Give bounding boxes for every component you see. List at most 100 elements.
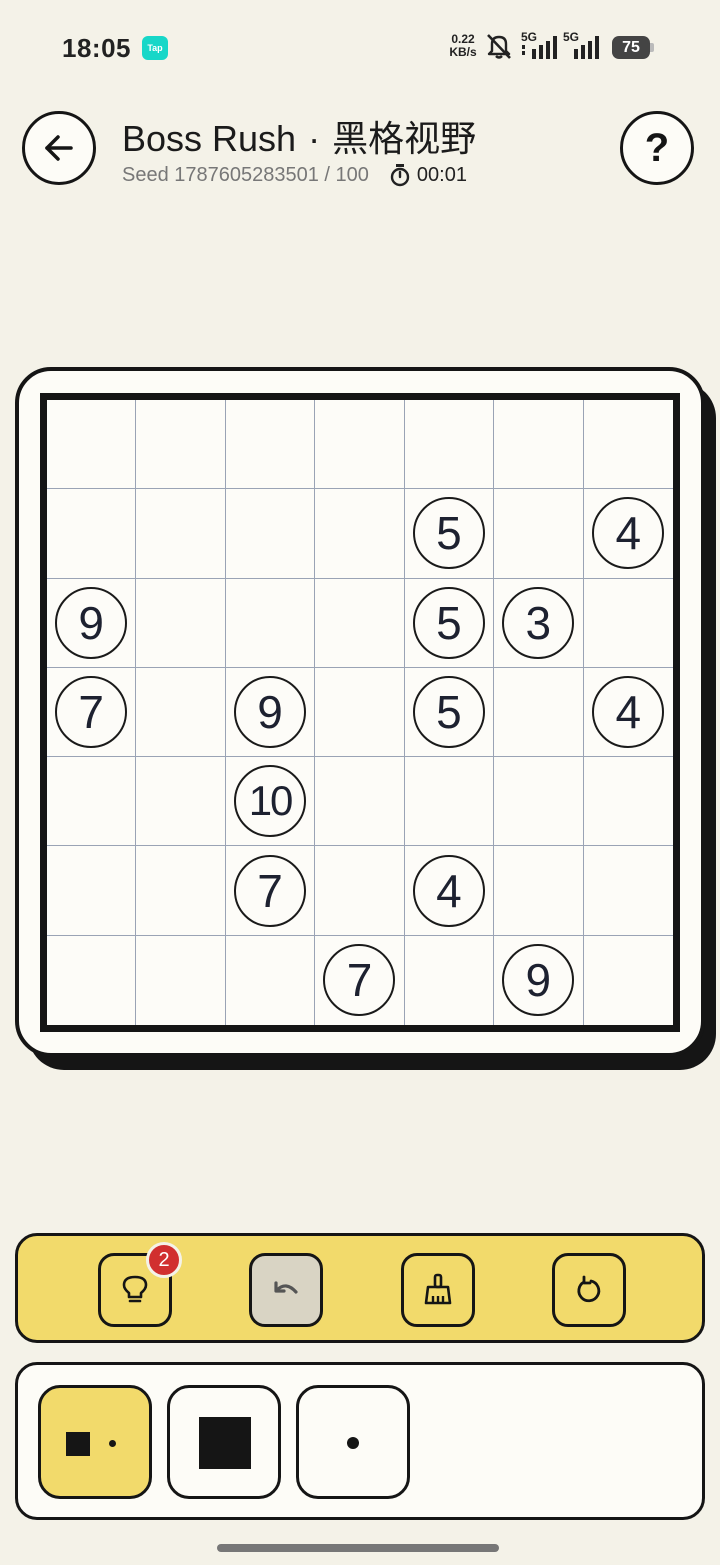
help-icon: ? bbox=[644, 125, 670, 170]
grid-cell[interactable]: 4 bbox=[583, 489, 673, 579]
title-puzzle-name: 黑格视野 bbox=[332, 118, 477, 159]
grid-cell[interactable]: 4 bbox=[404, 846, 495, 936]
page-title: Boss Rush · 黑格视野 bbox=[122, 110, 476, 162]
dot-icon bbox=[109, 1440, 116, 1447]
clue-number: 3 bbox=[502, 586, 575, 659]
signal-5g-icon: 5G bbox=[520, 30, 560, 66]
lightbulb-icon bbox=[122, 1275, 148, 1303]
grid-cell[interactable] bbox=[404, 757, 495, 847]
grid-cell[interactable] bbox=[494, 667, 584, 758]
grid-cell[interactable] bbox=[583, 579, 673, 668]
grid-cell[interactable]: 9 bbox=[47, 578, 137, 668]
clue-number: 7 bbox=[234, 854, 307, 927]
grid-cell[interactable]: 9 bbox=[494, 935, 584, 1025]
clue-number: 5 bbox=[412, 586, 485, 659]
stopwatch-icon bbox=[389, 163, 411, 187]
grid-cell[interactable]: 3 bbox=[494, 578, 584, 668]
grid-cell[interactable] bbox=[494, 757, 584, 847]
battery-icon: 75 bbox=[612, 36, 654, 59]
back-button[interactable] bbox=[22, 111, 96, 185]
network-speed: 0.22 KB/s bbox=[446, 33, 480, 59]
grid-cell[interactable] bbox=[315, 489, 405, 579]
battery-level: 75 bbox=[612, 36, 650, 59]
grid-cell[interactable] bbox=[315, 400, 405, 490]
grid-cell[interactable]: 9 bbox=[225, 667, 316, 758]
grid-cell[interactable] bbox=[405, 935, 495, 1025]
grid-cell[interactable]: 5 bbox=[404, 667, 495, 758]
grid-cell[interactable]: 4 bbox=[583, 668, 673, 758]
grid-cell[interactable] bbox=[315, 757, 405, 847]
grid-cell[interactable] bbox=[47, 489, 137, 579]
grid-cell[interactable] bbox=[494, 400, 584, 490]
clue-number: 5 bbox=[412, 675, 485, 748]
help-button[interactable]: ? bbox=[620, 111, 694, 185]
grid-cell[interactable] bbox=[583, 400, 673, 490]
grid-cell[interactable] bbox=[136, 489, 226, 579]
network-speed-unit: KB/s bbox=[449, 45, 477, 59]
grid-cell[interactable]: 7 bbox=[47, 667, 137, 758]
grid-cell[interactable] bbox=[136, 846, 226, 936]
square-icon bbox=[66, 1432, 90, 1456]
grid-cell[interactable] bbox=[225, 578, 316, 668]
status-bar: 18:05 Tap 0.22 KB/s 5G 5G 75 bbox=[0, 0, 720, 96]
clue-number: 4 bbox=[592, 675, 665, 748]
undo-button[interactable] bbox=[249, 1253, 323, 1327]
home-indicator[interactable] bbox=[217, 1544, 499, 1552]
tap-app-icon: Tap bbox=[142, 36, 168, 60]
grid-cell[interactable] bbox=[47, 757, 137, 847]
broom-icon bbox=[424, 1273, 452, 1305]
signal-label: 5G bbox=[563, 30, 580, 44]
app-screen: 18:05 Tap 0.22 KB/s 5G 5G 75 Boss Rush ·… bbox=[0, 0, 720, 1565]
hint-count-badge: 2 bbox=[146, 1242, 182, 1278]
grid-cell[interactable] bbox=[47, 846, 137, 936]
signal-5g-icon: 5G bbox=[562, 30, 602, 66]
grid-cell[interactable] bbox=[136, 935, 226, 1025]
clue-number: 10 bbox=[234, 765, 307, 838]
reset-button[interactable] bbox=[552, 1253, 626, 1327]
clue-number: 9 bbox=[502, 944, 575, 1017]
action-toolbar: 2 bbox=[15, 1233, 705, 1343]
grid-cell[interactable]: 5 bbox=[404, 489, 495, 579]
mixed-mode-button[interactable] bbox=[38, 1385, 152, 1499]
grid-cell[interactable] bbox=[315, 846, 405, 936]
grid-cell[interactable]: 5 bbox=[404, 578, 495, 668]
battery-cap bbox=[650, 43, 654, 52]
grid-cell[interactable] bbox=[315, 578, 405, 668]
grid-cell[interactable] bbox=[136, 757, 226, 847]
grid-cell[interactable] bbox=[136, 578, 226, 668]
puzzle-info: Seed 1787605283501 / 100 00:01 bbox=[122, 163, 467, 187]
title-separator: · bbox=[308, 118, 321, 159]
title-mode: Boss Rush bbox=[122, 118, 297, 159]
grid-cell[interactable] bbox=[226, 935, 316, 1025]
grid-cell[interactable] bbox=[47, 935, 137, 1025]
clue-number: 9 bbox=[234, 675, 307, 748]
grid-cell[interactable]: 10 bbox=[225, 757, 316, 847]
refresh-icon bbox=[577, 1275, 601, 1303]
mode-panel bbox=[15, 1362, 705, 1520]
undo-icon bbox=[274, 1281, 298, 1294]
fill-mode-button[interactable] bbox=[167, 1385, 281, 1499]
grid-cell[interactable]: 7 bbox=[225, 846, 316, 936]
grid-cell[interactable] bbox=[494, 846, 584, 936]
grid-cell[interactable] bbox=[583, 757, 673, 847]
puzzle-grid: 5 4 9 5 3 7 9 5 4 10 7 4 7 9 bbox=[40, 393, 680, 1032]
grid-cell[interactable] bbox=[584, 936, 673, 1025]
dot-icon bbox=[347, 1437, 359, 1449]
clue-number: 9 bbox=[55, 586, 128, 659]
grid-cell[interactable]: 7 bbox=[315, 935, 405, 1025]
signal-label: 5G bbox=[521, 30, 538, 44]
grid-cell[interactable] bbox=[136, 667, 226, 758]
grid-cell[interactable] bbox=[47, 400, 137, 490]
grid-cell[interactable] bbox=[404, 400, 495, 490]
grid-cell[interactable] bbox=[225, 489, 316, 579]
grid-cell[interactable] bbox=[494, 489, 584, 579]
grid-cell[interactable] bbox=[225, 400, 316, 490]
arrow-left-icon bbox=[45, 135, 73, 161]
grid-cell[interactable] bbox=[315, 667, 405, 758]
clue-number: 5 bbox=[412, 497, 485, 570]
status-time: 18:05 bbox=[62, 33, 131, 63]
dot-mode-button[interactable] bbox=[296, 1385, 410, 1499]
grid-cell[interactable] bbox=[136, 400, 226, 490]
clear-button[interactable] bbox=[401, 1253, 475, 1327]
grid-cell[interactable] bbox=[583, 846, 673, 936]
